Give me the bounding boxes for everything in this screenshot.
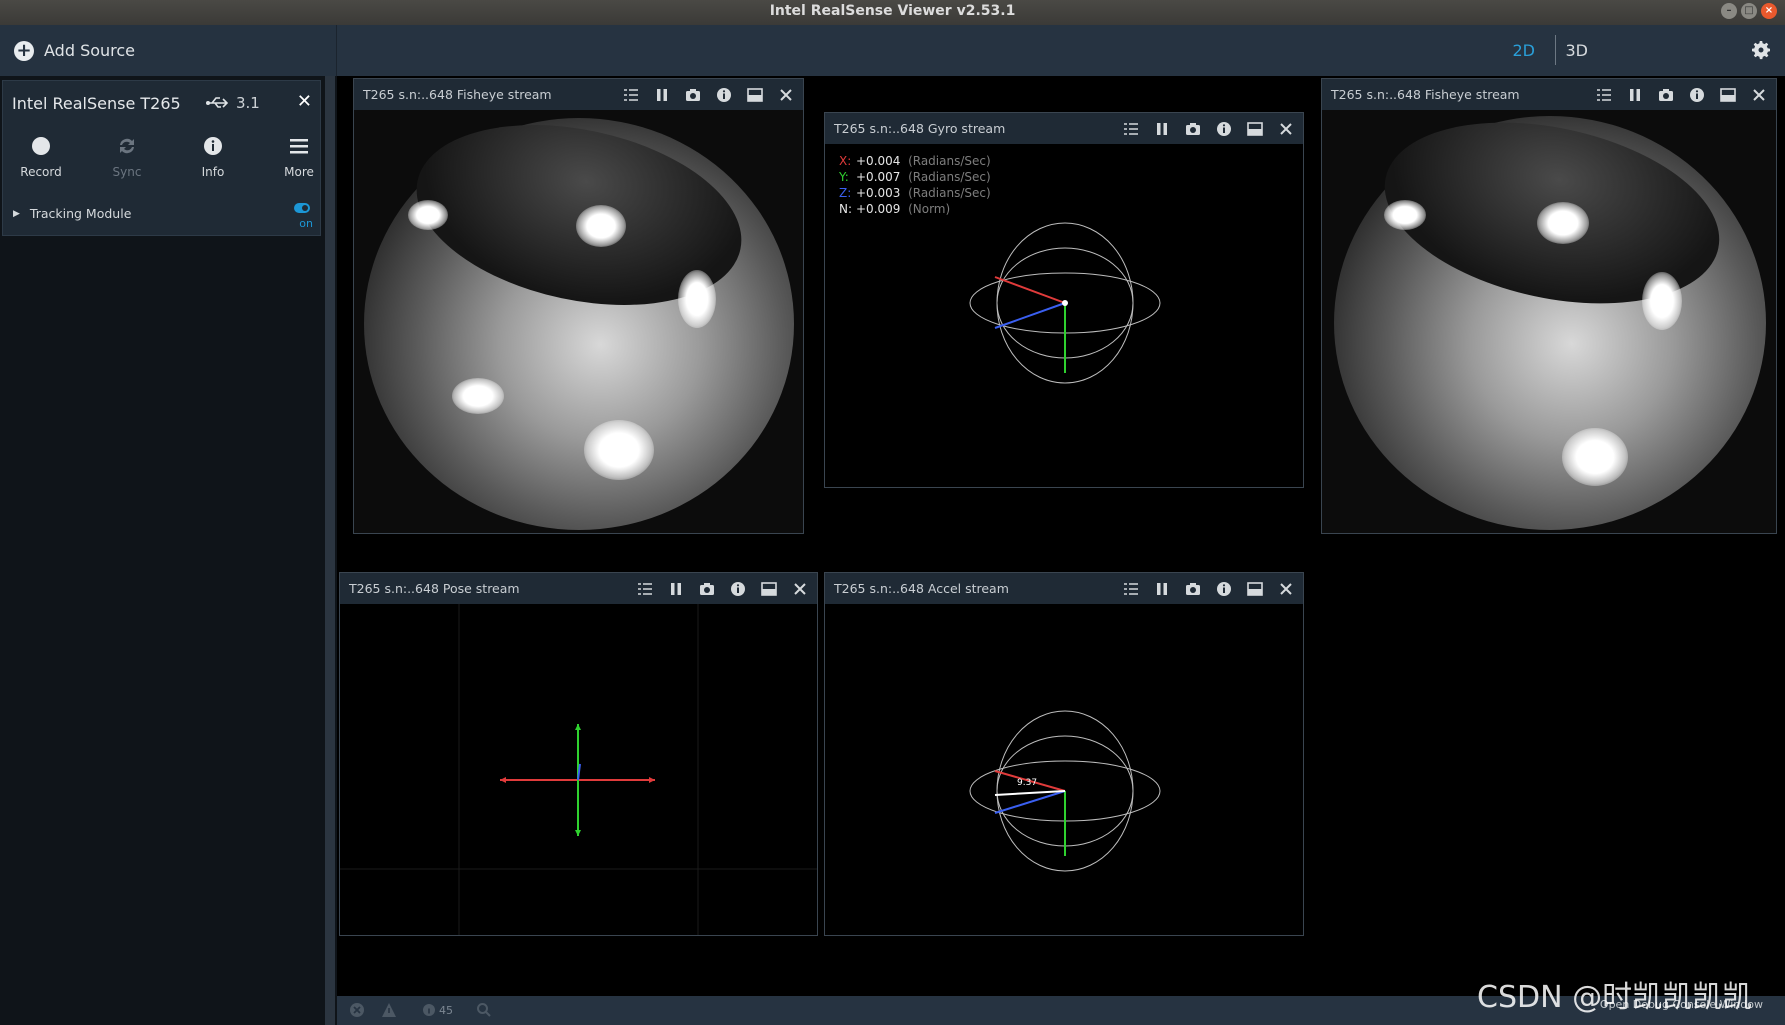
add-source-button[interactable]: + Add Source <box>0 25 337 76</box>
view-2d-button[interactable]: 2D <box>1513 41 1536 60</box>
pose-stream: T265 s.n:..648 Pose stream <box>339 572 818 936</box>
stream-header: T265 s.n:..648 Pose stream <box>340 573 817 604</box>
info-icon <box>204 137 222 155</box>
info-icon[interactable] <box>1688 86 1706 104</box>
pause-icon[interactable] <box>667 580 685 598</box>
usb-icon <box>206 97 229 108</box>
top-toolbar: 2D 3D <box>337 25 1785 76</box>
info-icon[interactable] <box>729 580 747 598</box>
module-toggle-state: on <box>299 217 313 230</box>
error-icon[interactable] <box>349 1002 365 1018</box>
list-icon[interactable] <box>1122 580 1140 598</box>
accel-norm-label: 9.37 <box>1017 778 1037 788</box>
fisheye-image <box>354 110 803 533</box>
gear-icon[interactable] <box>1749 38 1773 62</box>
list-icon[interactable] <box>1595 86 1613 104</box>
info-label: Info <box>201 165 225 179</box>
more-label: More <box>284 165 314 179</box>
fisheye-image <box>1322 110 1776 533</box>
stream-header: T265 s.n:..648 Gyro stream <box>825 113 1303 144</box>
sync-icon <box>120 138 134 154</box>
maximize-icon[interactable] <box>760 580 778 598</box>
info-button[interactable]: Info <box>178 135 248 179</box>
tracking-module-row[interactable]: ▶ Tracking Module <box>13 206 131 221</box>
usb-info: 3.1 <box>206 94 260 112</box>
sidebar-scrollbar[interactable] <box>325 76 335 1025</box>
expand-arrow-icon[interactable]: ▶ <box>13 209 20 219</box>
maximize-icon[interactable] <box>1719 86 1737 104</box>
minimize-button[interactable]: – <box>1721 3 1737 19</box>
device-close-button[interactable]: ✕ <box>297 91 312 112</box>
fisheye-stream-2: T265 s.n:..648 Fisheye stream <box>1321 78 1777 534</box>
sync-button[interactable]: Sync <box>92 135 162 179</box>
close-icon[interactable] <box>1277 580 1295 598</box>
gyro-stream: T265 s.n:..648 Gyro stream X: +0.004 (Rad… <box>824 112 1304 488</box>
warning-icon[interactable] <box>381 1002 397 1018</box>
stream-header: T265 s.n:..648 Fisheye stream <box>1322 79 1776 110</box>
camera-icon[interactable] <box>698 580 716 598</box>
maximize-button[interactable]: □ <box>1741 3 1757 19</box>
camera-icon[interactable] <box>1184 580 1202 598</box>
info-count: 45 <box>439 1004 453 1017</box>
stream-title: T265 s.n:..648 Fisheye stream <box>1331 87 1520 102</box>
pause-icon[interactable] <box>1153 120 1171 138</box>
stream-header: T265 s.n:..648 Accel stream <box>825 573 1303 604</box>
window-title-bar: Intel RealSense Viewer v2.53.1 – □ × <box>0 0 1785 25</box>
tracking-module-label: Tracking Module <box>29 206 132 221</box>
maximize-icon[interactable] <box>746 86 764 104</box>
record-label: Record <box>20 165 62 179</box>
pause-icon[interactable] <box>1153 580 1171 598</box>
more-button[interactable]: More <box>264 135 334 179</box>
search-icon[interactable] <box>476 1002 492 1018</box>
camera-icon[interactable] <box>1657 86 1675 104</box>
stream-header: T265 s.n:..648 Fisheye stream <box>354 79 803 110</box>
stream-title: T265 s.n:..648 Accel stream <box>834 581 1009 596</box>
close-icon[interactable] <box>1277 120 1295 138</box>
stream-title: T265 s.n:..648 Pose stream <box>349 581 520 596</box>
gyro-x-row: X: +0.004 (Radians/Sec) <box>839 154 991 168</box>
accel-stream: T265 s.n:..648 Accel stream 9.37 <box>824 572 1304 936</box>
close-window-button[interactable]: × <box>1761 3 1777 19</box>
info-icon[interactable] <box>1215 580 1233 598</box>
record-button[interactable]: Record <box>6 135 76 179</box>
device-name: Intel RealSense T265 <box>12 94 181 113</box>
pose-axes-graphic <box>340 604 817 935</box>
info-icon[interactable] <box>715 86 733 104</box>
close-icon[interactable] <box>777 86 795 104</box>
add-source-label: Add Source <box>44 41 136 60</box>
window-title: Intel RealSense Viewer v2.53.1 <box>769 3 1016 19</box>
camera-icon[interactable] <box>1184 120 1202 138</box>
maximize-icon[interactable] <box>1246 580 1264 598</box>
usb-version: 3.1 <box>236 94 260 112</box>
stream-viewport: T265 s.n:..648 Fisheye stream T265 s.n:.… <box>337 76 1785 996</box>
plus-icon: + <box>14 40 34 61</box>
mode-divider <box>1555 35 1556 65</box>
module-toggle[interactable] <box>294 203 310 213</box>
accel-sphere-graphic: 9.37 <box>969 710 1161 872</box>
gyro-readout: X: +0.004 (Radians/Sec) Y: +0.007 (Radians… <box>839 153 991 217</box>
sync-label: Sync <box>112 165 142 179</box>
stream-title: T265 s.n:..648 Fisheye stream <box>363 87 552 102</box>
list-icon[interactable] <box>1122 120 1140 138</box>
close-icon[interactable] <box>1750 86 1768 104</box>
menu-icon <box>290 139 308 154</box>
info-icon[interactable] <box>1215 120 1233 138</box>
record-icon <box>32 137 50 155</box>
info-icon[interactable] <box>421 1002 437 1018</box>
stream-title: T265 s.n:..648 Gyro stream <box>834 121 1006 136</box>
fisheye-stream-1: T265 s.n:..648 Fisheye stream <box>353 78 804 534</box>
gyro-y-row: Y: +0.007 (Radians/Sec) <box>839 170 991 184</box>
camera-icon[interactable] <box>684 86 702 104</box>
pause-icon[interactable] <box>653 86 671 104</box>
pause-icon[interactable] <box>1626 86 1644 104</box>
watermark: CSDN @时凯凯凯凯 <box>1477 980 1753 1015</box>
close-icon[interactable] <box>791 580 809 598</box>
list-icon[interactable] <box>622 86 640 104</box>
gyro-z-row: Z: +0.003 (Radians/Sec) <box>839 186 991 200</box>
list-icon[interactable] <box>636 580 654 598</box>
view-3d-button[interactable]: 3D <box>1566 41 1589 60</box>
gyro-sphere-graphic <box>969 222 1161 384</box>
device-panel: Intel RealSense T265 3.1 ✕ Record Sync I… <box>2 80 321 236</box>
maximize-icon[interactable] <box>1246 120 1264 138</box>
